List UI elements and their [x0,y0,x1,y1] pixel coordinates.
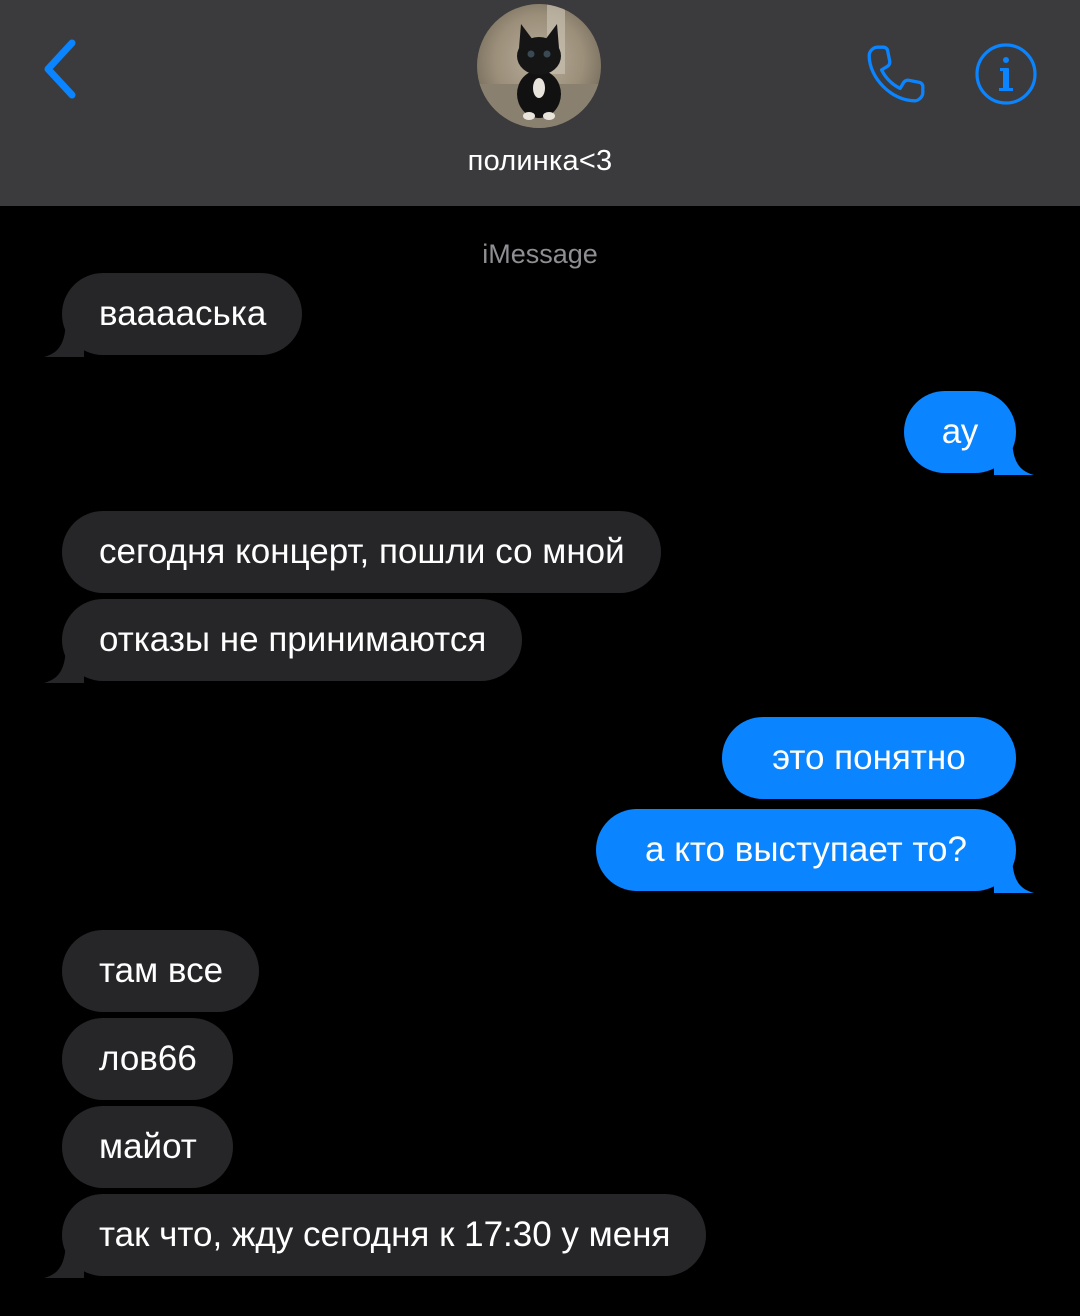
bubble-tail [994,435,1034,475]
incoming-message-bubble[interactable]: лов66 [62,1018,233,1100]
bubble-tail [44,643,84,683]
incoming-message-bubble[interactable]: майот [62,1106,233,1188]
service-label: iMessage [482,239,598,269]
incoming-message-bubble[interactable]: сегодня концерт, пошли со мной [62,511,661,593]
message-text: ау [941,412,979,451]
contact-name[interactable]: полинка<3 [0,145,1080,178]
incoming-message-bubble[interactable]: вааааська [44,273,303,357]
outgoing-message-bubble[interactable]: а кто выступает то? [596,809,1034,893]
phone-icon [867,45,925,103]
contact-avatar[interactable] [477,4,601,128]
kitten-avatar-image [477,4,601,128]
call-button[interactable] [858,38,934,110]
outgoing-message-bubble[interactable]: это понятно [722,717,1016,799]
message-text: лов66 [99,1039,197,1078]
outgoing-message-bubble[interactable]: ау [904,391,1034,475]
bubble-tail [994,853,1034,893]
bubble-tail [44,317,84,357]
message-text: сегодня концерт, пошли со мной [99,532,625,571]
info-button[interactable] [970,38,1042,110]
message-text: майот [99,1127,197,1166]
message-text: это понятно [772,738,966,777]
conversation-header: полинка<3 [0,0,1080,206]
chevron-left-icon [44,39,76,99]
message-text: так что, жду сегодня к 17:30 у меня [99,1215,671,1254]
incoming-message-bubble[interactable]: так что, жду сегодня к 17:30 у меня [44,1194,707,1278]
incoming-message-bubble[interactable]: там все [62,930,260,1012]
conversation-screen: полинка<3 iMessage вааааська ау сегодня … [0,0,1080,1316]
back-button[interactable] [30,34,90,104]
incoming-message-bubble[interactable]: отказы не принимаются [44,599,523,683]
info-icon [975,43,1037,105]
message-text: там все [99,951,224,990]
bubble-tail [44,1238,84,1278]
message-text: отказы не принимаются [99,620,487,659]
message-text: вааааська [99,294,267,333]
message-text: а кто выступает то? [645,830,967,869]
